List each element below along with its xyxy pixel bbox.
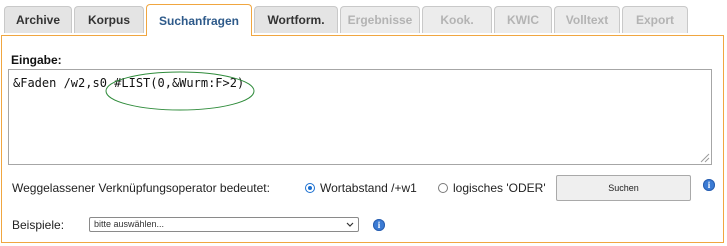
query-input[interactable]: &Faden /w2,s0 #LIST(0,&Wurm:F>2) — [8, 69, 712, 165]
tab-ergebnisse: Ergebnisse — [340, 6, 420, 33]
radio-wortabstand[interactable] — [305, 183, 315, 193]
tab-kwic: KWIC — [494, 6, 552, 33]
radio-oder-label[interactable]: logisches 'ODER' — [453, 181, 546, 195]
examples-select[interactable]: bitte auswählen... — [89, 217, 359, 232]
operator-label: Weggelassener Verknüpfungsoperator bedeu… — [12, 181, 270, 195]
tab-bar: Archive Korpus Suchanfragen Wortform. Er… — [0, 0, 727, 40]
radio-wortabstand-label[interactable]: Wortabstand /+w1 — [320, 181, 417, 195]
tab-korpus[interactable]: Korpus — [74, 6, 144, 33]
info-icon[interactable]: i — [703, 179, 715, 191]
examples-selected: bitte auswählen... — [94, 219, 165, 229]
radio-oder[interactable] — [438, 183, 448, 193]
examples-label: Beispiele: — [12, 218, 65, 232]
tab-volltext: Volltext — [554, 6, 620, 33]
info-icon[interactable]: i — [373, 219, 385, 231]
input-label: Eingabe: — [11, 53, 62, 67]
tab-wortform[interactable]: Wortform. — [254, 6, 338, 33]
search-button[interactable]: Suchen — [556, 175, 691, 201]
query-text: &Faden /w2,s0 #LIST(0,&Wurm:F>2) — [13, 76, 245, 90]
chevron-down-icon — [346, 222, 354, 227]
tab-archive[interactable]: Archive — [4, 6, 72, 33]
tab-kook: Kook. — [422, 6, 492, 33]
resize-grip-icon[interactable] — [698, 151, 710, 163]
tab-export: Export — [622, 6, 688, 33]
tab-suchanfragen[interactable]: Suchanfragen — [146, 4, 252, 36]
